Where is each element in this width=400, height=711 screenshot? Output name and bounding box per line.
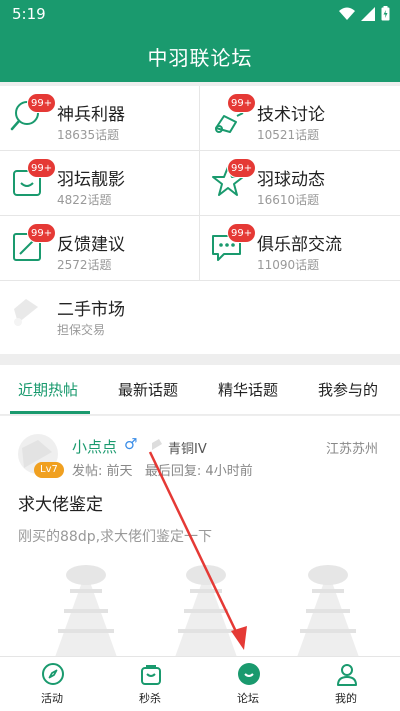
unread-badge: 99+ — [27, 93, 57, 113]
nav-forum[interactable]: 论坛 — [198, 657, 298, 711]
forum-name: 俱乐部交流 — [257, 235, 342, 255]
unread-badge: 99+ — [27, 223, 57, 243]
forum-item-ershoushichang[interactable]: 二手市场 担保交易 — [0, 281, 400, 346]
unread-badge: 99+ — [227, 158, 257, 178]
battery-icon — [381, 6, 390, 21]
tab-my-participation[interactable]: 我参与的 — [318, 379, 378, 400]
shopping-bag-icon — [141, 665, 161, 685]
forum-name: 羽坛靓影 — [57, 170, 125, 190]
forum-item-jishutaolun[interactable]: 99+ 技术讨论 10521话题 — [200, 86, 400, 151]
post-image-placeholder[interactable] — [30, 561, 142, 656]
status-icons — [339, 6, 390, 21]
forum-item-yutanliangying[interactable]: 99+ 羽坛靓影 4822话题 — [0, 151, 200, 216]
forum-subtitle: 担保交易 — [57, 323, 106, 337]
forum-name: 神兵利器 — [57, 105, 125, 125]
user-rank: 青铜IV — [168, 442, 207, 457]
nav-profile[interactable]: 我的 — [296, 657, 396, 711]
post-card[interactable]: Lv7 小点点 ♂ 青铜IV 江苏苏州 发帖: 前天 最后回复: 4小时前 求大… — [0, 416, 400, 656]
forum-item-fankuijianyi[interactable]: 99+ 反馈建议 2572话题 — [0, 216, 200, 281]
forum-category-grid: 99+ 神兵利器 18635话题 99+ 技术讨论 10521话题 99+ 羽坛… — [0, 86, 400, 354]
nav-label: 活动 — [41, 692, 63, 705]
forum-name: 技术讨论 — [257, 105, 325, 125]
app-bar: 中羽联论坛 — [0, 30, 400, 82]
shuttlecock-icon — [14, 299, 38, 326]
forum-topic-count: 16610话题 — [257, 193, 320, 207]
forum-item-shenbingliqi[interactable]: 99+ 神兵利器 18635话题 — [0, 86, 200, 151]
signal-icon — [361, 6, 375, 21]
level-badge: Lv7 — [34, 462, 64, 478]
unread-badge: 99+ — [227, 93, 257, 113]
forum-icon — [238, 663, 260, 685]
gender-icon: ♂ — [124, 435, 138, 453]
nav-label: 秒杀 — [139, 692, 161, 705]
bottom-navigation: 活动 秒杀 论坛 我的 — [0, 656, 400, 711]
forum-item-julebujiaoliu[interactable]: 99+ 俱乐部交流 11090话题 — [200, 216, 400, 281]
forum-topic-count: 18635话题 — [57, 128, 120, 142]
tab-indicator — [10, 411, 90, 414]
forum-topic-count: 4822话题 — [57, 193, 112, 207]
post-image-placeholder[interactable] — [272, 561, 384, 656]
unread-badge: 99+ — [227, 223, 257, 243]
post-username[interactable]: 小点点 — [72, 436, 117, 457]
rank-icon — [152, 439, 162, 450]
wifi-icon — [339, 7, 355, 20]
forum-name: 羽球动态 — [257, 170, 325, 190]
nav-label: 我的 — [335, 692, 357, 705]
tab-recent-hot[interactable]: 近期热帖 — [18, 379, 78, 400]
topic-tabs: 近期热帖 最新话题 精华话题 我参与的 — [0, 365, 400, 415]
nav-flash-sale[interactable]: 秒杀 — [100, 657, 200, 711]
forum-name: 反馈建议 — [57, 235, 125, 255]
nav-activity[interactable]: 活动 — [2, 657, 102, 711]
post-image-placeholder[interactable] — [150, 561, 262, 656]
tab-latest[interactable]: 最新话题 — [118, 379, 178, 400]
post-meta: 发帖: 前天 最后回复: 4小时前 — [72, 464, 253, 479]
post-title[interactable]: 求大佬鉴定 — [18, 490, 103, 515]
tab-featured[interactable]: 精华话题 — [218, 379, 278, 400]
forum-topic-count: 2572话题 — [57, 258, 112, 272]
post-location: 江苏苏州 — [325, 442, 378, 457]
forum-name: 二手市场 — [57, 300, 125, 320]
unread-badge: 99+ — [27, 158, 57, 178]
forum-topic-count: 10521话题 — [257, 128, 320, 142]
page-title: 中羽联论坛 — [147, 46, 253, 70]
compass-icon — [42, 663, 64, 685]
forum-topic-count: 11090话题 — [257, 258, 320, 272]
user-icon — [337, 664, 357, 686]
forum-item-yuqiudongtai[interactable]: 99+ 羽球动态 16610话题 — [200, 151, 400, 216]
status-bar: 5:19 — [0, 0, 400, 30]
status-time: 5:19 — [12, 5, 46, 23]
nav-label: 论坛 — [237, 692, 259, 705]
post-excerpt: 刚买的88dp,求大佬们鉴定一下 — [18, 529, 213, 545]
